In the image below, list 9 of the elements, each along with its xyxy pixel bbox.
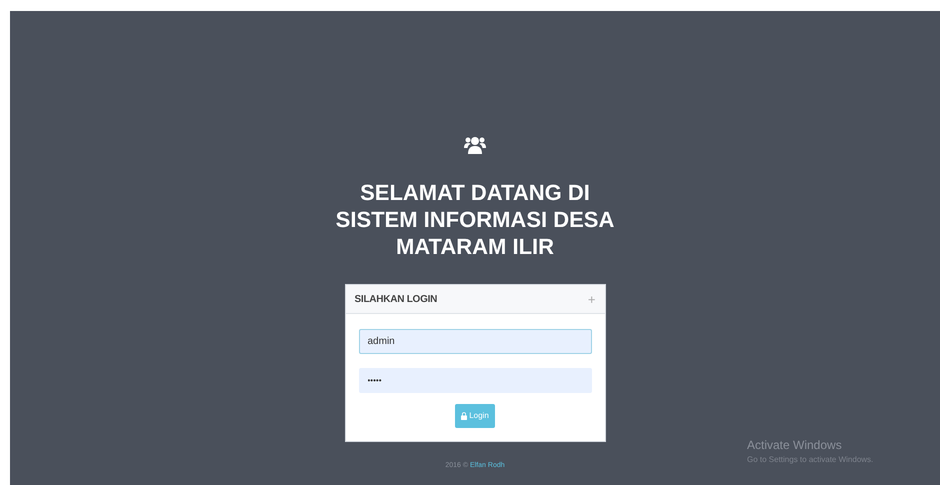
- welcome-heading: SELAMAT DATANG DI SISTEM INFORMASI DESA MATARAM ILIR: [336, 179, 614, 260]
- activation-title: Activate Windows: [747, 437, 843, 454]
- password-field[interactable]: •••••: [358, 368, 592, 393]
- lock-icon: [461, 412, 468, 420]
- expand-button[interactable]: +: [588, 292, 596, 306]
- username-field[interactable]: admin: [358, 329, 592, 354]
- users-icon: [464, 135, 486, 155]
- panel-title: SILAHKAN LOGIN: [354, 292, 438, 306]
- login-button[interactable]: Login: [455, 404, 495, 428]
